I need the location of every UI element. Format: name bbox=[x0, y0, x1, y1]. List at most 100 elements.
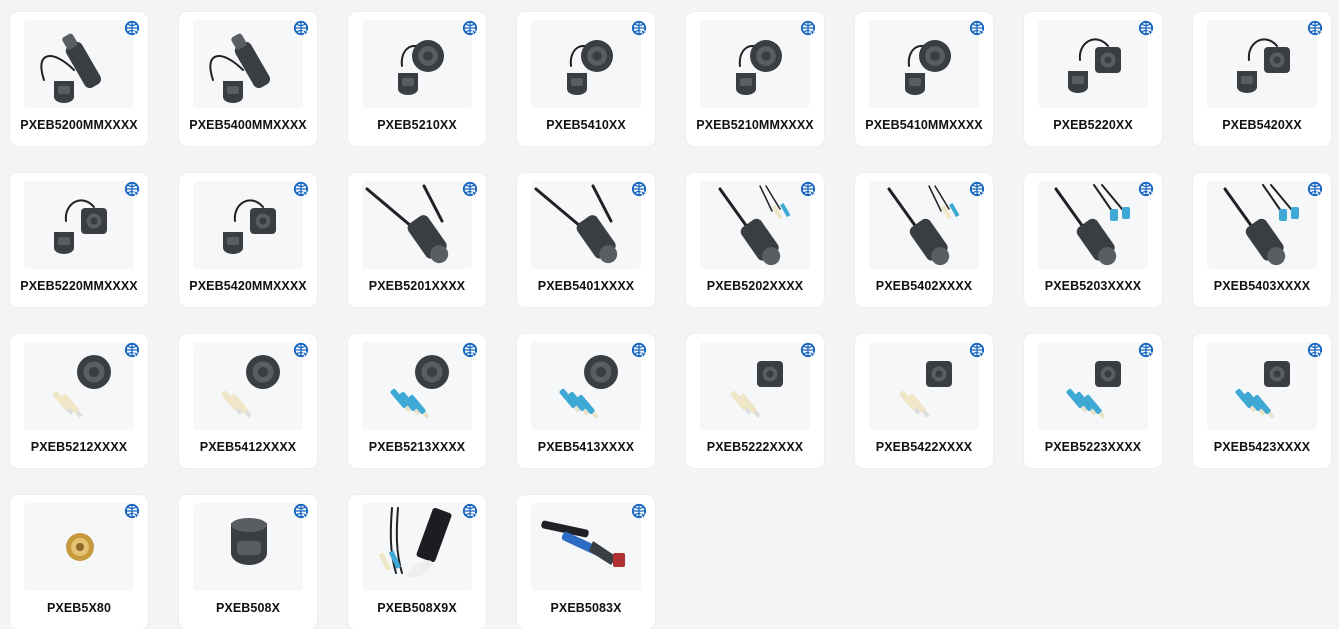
product-card[interactable]: PXEB5420MMXXXX bbox=[179, 173, 317, 307]
product-card[interactable]: PXEB5X80 bbox=[10, 495, 148, 629]
product-image[interactable] bbox=[193, 342, 303, 430]
globe-cursor-icon[interactable] bbox=[462, 20, 480, 38]
product-part-number[interactable]: PXEB5420MMXXXX bbox=[179, 279, 317, 293]
product-card[interactable]: PXEB5222XXXX bbox=[686, 334, 824, 468]
product-part-number[interactable]: PXEB5223XXXX bbox=[1024, 440, 1162, 454]
product-card[interactable]: PXEB5423XXXX bbox=[1193, 334, 1331, 468]
product-card[interactable]: PXEB5200MMXXXX bbox=[10, 12, 148, 146]
product-image[interactable] bbox=[1038, 181, 1148, 269]
product-part-number[interactable]: PXEB5222XXXX bbox=[686, 440, 824, 454]
globe-cursor-icon[interactable] bbox=[1307, 20, 1325, 38]
product-part-number[interactable]: PXEB5203XXXX bbox=[1024, 279, 1162, 293]
product-card[interactable]: PXEB5420XX bbox=[1193, 12, 1331, 146]
product-image[interactable] bbox=[869, 342, 979, 430]
product-card[interactable]: PXEB5223XXXX bbox=[1024, 334, 1162, 468]
globe-cursor-icon[interactable] bbox=[124, 20, 142, 38]
product-image[interactable] bbox=[531, 503, 641, 591]
product-card[interactable]: PXEB508X9X bbox=[348, 495, 486, 629]
globe-cursor-icon[interactable] bbox=[631, 503, 649, 521]
globe-cursor-icon[interactable] bbox=[462, 342, 480, 360]
product-card[interactable]: PXEB5413XXXX bbox=[517, 334, 655, 468]
product-card[interactable]: PXEB5210XX bbox=[348, 12, 486, 146]
product-image[interactable] bbox=[1207, 181, 1317, 269]
product-card[interactable]: PXEB5201XXXX bbox=[348, 173, 486, 307]
product-card[interactable]: PXEB5422XXXX bbox=[855, 334, 993, 468]
product-image[interactable] bbox=[531, 181, 641, 269]
product-image[interactable] bbox=[531, 20, 641, 108]
globe-cursor-icon[interactable] bbox=[1307, 342, 1325, 360]
product-part-number[interactable]: PXEB5420XX bbox=[1193, 118, 1331, 132]
product-image[interactable] bbox=[24, 181, 134, 269]
product-part-number[interactable]: PXEB5210XX bbox=[348, 118, 486, 132]
product-image[interactable] bbox=[1207, 342, 1317, 430]
product-part-number[interactable]: PXEB5401XXXX bbox=[517, 279, 655, 293]
product-image[interactable] bbox=[869, 20, 979, 108]
globe-cursor-icon[interactable] bbox=[800, 20, 818, 38]
product-image[interactable] bbox=[700, 20, 810, 108]
product-image[interactable] bbox=[24, 503, 134, 591]
product-image[interactable] bbox=[24, 342, 134, 430]
product-image[interactable] bbox=[193, 181, 303, 269]
globe-cursor-icon[interactable] bbox=[124, 503, 142, 521]
product-card[interactable]: PXEB5210MMXXXX bbox=[686, 12, 824, 146]
globe-cursor-icon[interactable] bbox=[293, 503, 311, 521]
product-image[interactable] bbox=[193, 503, 303, 591]
product-part-number[interactable]: PXEB5410MMXXXX bbox=[855, 118, 993, 132]
product-image[interactable] bbox=[193, 20, 303, 108]
product-part-number[interactable]: PXEB5210MMXXXX bbox=[686, 118, 824, 132]
product-part-number[interactable]: PXEB5402XXXX bbox=[855, 279, 993, 293]
product-part-number[interactable]: PXEB5083X bbox=[517, 601, 655, 615]
globe-cursor-icon[interactable] bbox=[631, 342, 649, 360]
product-card[interactable]: PXEB5410MMXXXX bbox=[855, 12, 993, 146]
product-part-number[interactable]: PXEB5422XXXX bbox=[855, 440, 993, 454]
globe-cursor-icon[interactable] bbox=[293, 342, 311, 360]
product-card[interactable]: PXEB5220XX bbox=[1024, 12, 1162, 146]
globe-cursor-icon[interactable] bbox=[800, 342, 818, 360]
globe-cursor-icon[interactable] bbox=[293, 20, 311, 38]
product-part-number[interactable]: PXEB5400MMXXXX bbox=[179, 118, 317, 132]
product-part-number[interactable]: PXEB5220MMXXXX bbox=[10, 279, 148, 293]
globe-cursor-icon[interactable] bbox=[1307, 181, 1325, 199]
product-image[interactable] bbox=[1038, 342, 1148, 430]
product-card[interactable]: PXEB5412XXXX bbox=[179, 334, 317, 468]
product-image[interactable] bbox=[362, 503, 472, 591]
product-image[interactable] bbox=[362, 181, 472, 269]
product-part-number[interactable]: PXEB5423XXXX bbox=[1193, 440, 1331, 454]
product-part-number[interactable]: PXEB5220XX bbox=[1024, 118, 1162, 132]
product-image[interactable] bbox=[700, 342, 810, 430]
product-image[interactable] bbox=[362, 20, 472, 108]
product-part-number[interactable]: PXEB5213XXXX bbox=[348, 440, 486, 454]
product-card[interactable]: PXEB5220MMXXXX bbox=[10, 173, 148, 307]
product-part-number[interactable]: PXEB5412XXXX bbox=[179, 440, 317, 454]
product-part-number[interactable]: PXEB508X9X bbox=[348, 601, 486, 615]
product-part-number[interactable]: PXEB5200MMXXXX bbox=[10, 118, 148, 132]
globe-cursor-icon[interactable] bbox=[462, 503, 480, 521]
product-card[interactable]: PXEB5400MMXXXX bbox=[179, 12, 317, 146]
globe-cursor-icon[interactable] bbox=[462, 181, 480, 199]
product-image[interactable] bbox=[362, 342, 472, 430]
product-part-number[interactable]: PXEB5202XXXX bbox=[686, 279, 824, 293]
product-card[interactable]: PXEB5083X bbox=[517, 495, 655, 629]
globe-cursor-icon[interactable] bbox=[969, 342, 987, 360]
globe-cursor-icon[interactable] bbox=[124, 181, 142, 199]
product-card[interactable]: PXEB5410XX bbox=[517, 12, 655, 146]
product-image[interactable] bbox=[869, 181, 979, 269]
product-image[interactable] bbox=[531, 342, 641, 430]
product-image[interactable] bbox=[700, 181, 810, 269]
globe-cursor-icon[interactable] bbox=[1138, 20, 1156, 38]
product-card[interactable]: PXEB5401XXXX bbox=[517, 173, 655, 307]
product-part-number[interactable]: PXEB5201XXXX bbox=[348, 279, 486, 293]
product-part-number[interactable]: PXEB5410XX bbox=[517, 118, 655, 132]
product-image[interactable] bbox=[1207, 20, 1317, 108]
globe-cursor-icon[interactable] bbox=[293, 181, 311, 199]
product-card[interactable]: PXEB5203XXXX bbox=[1024, 173, 1162, 307]
globe-cursor-icon[interactable] bbox=[631, 20, 649, 38]
product-part-number[interactable]: PXEB5403XXXX bbox=[1193, 279, 1331, 293]
product-image[interactable] bbox=[1038, 20, 1148, 108]
product-image[interactable] bbox=[24, 20, 134, 108]
globe-cursor-icon[interactable] bbox=[969, 181, 987, 199]
globe-cursor-icon[interactable] bbox=[124, 342, 142, 360]
globe-cursor-icon[interactable] bbox=[631, 181, 649, 199]
globe-cursor-icon[interactable] bbox=[1138, 342, 1156, 360]
product-part-number[interactable]: PXEB5413XXXX bbox=[517, 440, 655, 454]
